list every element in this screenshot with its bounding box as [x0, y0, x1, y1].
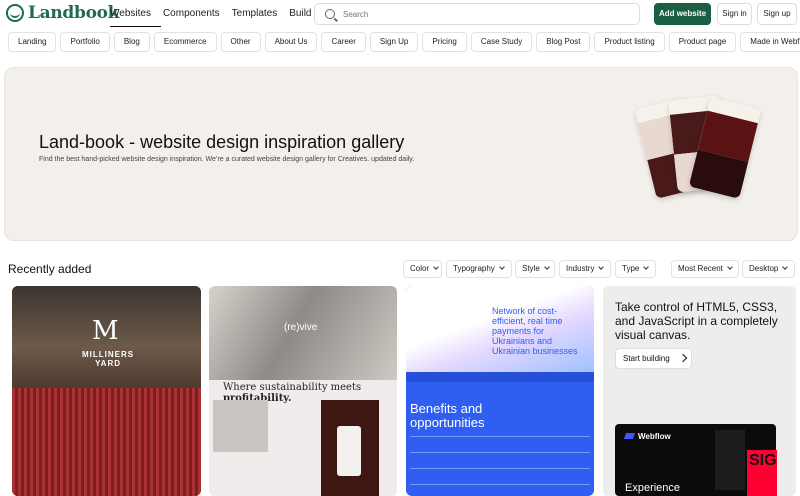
category-ecommerce[interactable]: Ecommerce	[153, 32, 217, 52]
sort-select[interactable]: Most Recent	[671, 260, 739, 278]
card-headline: Network of cost-efficient, real time pay…	[492, 306, 578, 356]
webflow-promo-card: Take control of HTML5, CSS3, and JavaScr…	[603, 286, 796, 496]
card-pattern	[12, 388, 201, 496]
category-sign-up[interactable]: Sign Up	[369, 32, 419, 52]
card-strip	[406, 372, 594, 382]
gallery-card-revive[interactable]: (re)vive Where sustainability meets prof…	[209, 286, 397, 496]
filter-type[interactable]: Type	[615, 260, 656, 278]
search-input[interactable]	[343, 9, 623, 19]
category-case-study[interactable]: Case Study	[470, 32, 533, 52]
search-icon	[325, 9, 335, 19]
gallery-card-milliners-yard[interactable]: M MILLINERS YARD	[12, 286, 201, 496]
chevron-down-icon	[498, 264, 505, 270]
start-building-button[interactable]: Start building	[615, 348, 692, 369]
chevron-down-icon	[727, 264, 733, 270]
divider	[410, 452, 590, 453]
card-image	[213, 400, 268, 452]
device-select[interactable]: Desktop	[742, 260, 795, 278]
main-nav: Websites Components Templates Build	[110, 9, 323, 27]
category-landing[interactable]: Landing	[8, 32, 57, 52]
category-product-page[interactable]: Product page	[668, 32, 737, 52]
webflow-logo-icon	[623, 433, 636, 439]
card-logo-mark: M	[92, 316, 119, 346]
filter-type-label: Type	[622, 264, 640, 273]
card-logo-text: (re)vive	[284, 322, 318, 333]
card-hangtag	[337, 426, 361, 476]
promo-sig: SIG	[747, 450, 777, 496]
device-label: Desktop	[749, 264, 779, 273]
category-bar: Landing Portfolio Blog Ecommerce Other A…	[8, 32, 800, 52]
divider	[410, 468, 590, 469]
filter-typography[interactable]: Typography	[446, 260, 512, 278]
hero-illustration	[634, 90, 767, 220]
category-about-us[interactable]: About Us	[264, 32, 318, 52]
category-career[interactable]: Career	[321, 32, 366, 52]
sign-up-button[interactable]: Sign up	[757, 3, 797, 25]
category-pricing[interactable]: Pricing	[422, 32, 467, 52]
start-building-label: Start building	[623, 354, 670, 363]
webflow-brand-text: Webflow	[638, 432, 671, 441]
category-other[interactable]: Other	[220, 32, 261, 52]
promo-bottom-text: Experience	[625, 482, 681, 494]
filter-style-label: Style	[522, 264, 540, 273]
category-made-in-webflow[interactable]: Made in Webflow	[740, 32, 800, 52]
card-tagline-a: Where sustainability meets	[223, 382, 362, 393]
hero-title: Land-book - website design inspiration g…	[39, 132, 405, 152]
logo-icon	[6, 4, 24, 22]
filter-industry[interactable]: Industry	[559, 260, 611, 278]
add-website-button[interactable]: Add website	[654, 3, 711, 25]
chevron-down-icon	[643, 264, 650, 270]
gallery-card-payments[interactable]: Network of cost-efficient, real time pay…	[406, 286, 594, 496]
filter-color-label: Color	[410, 264, 430, 273]
filter-industry-label: Industry	[566, 264, 595, 273]
sort-label: Most Recent	[678, 264, 723, 273]
nav-templates[interactable]: Templates	[232, 9, 288, 27]
hero-subtitle: Find the best hand-picked website design…	[39, 156, 415, 163]
nav-components[interactable]: Components	[163, 9, 230, 27]
card-logo-line1: MILLINERS	[82, 350, 135, 359]
card-benefits: Benefits and opportunities	[410, 401, 485, 430]
search-box[interactable]	[314, 3, 640, 25]
card-screenshot	[209, 286, 397, 380]
top-bar: Landbook Websites Components Templates B…	[0, 0, 800, 30]
arrow-right-icon	[678, 353, 688, 363]
hero-banner: Land-book - website design inspiration g…	[4, 67, 798, 241]
chevron-down-icon	[543, 264, 550, 270]
sign-in-button[interactable]: Sign in	[717, 3, 752, 25]
filter-style[interactable]: Style	[515, 260, 555, 278]
category-portfolio[interactable]: Portfolio	[60, 32, 110, 52]
webflow-brand: Webflow	[623, 432, 671, 441]
chevron-down-icon	[598, 264, 605, 270]
promo-panel: Webflow SIG Experience	[615, 424, 777, 496]
chevron-down-icon	[433, 264, 439, 270]
logo[interactable]: Landbook	[6, 3, 119, 23]
nav-websites[interactable]: Websites	[110, 9, 161, 27]
filter-color[interactable]: Color	[403, 260, 442, 278]
category-product-listing[interactable]: Product listing	[594, 32, 665, 52]
card-logo-line2: YARD	[95, 359, 122, 368]
chevron-down-icon	[782, 264, 789, 270]
filter-typography-label: Typography	[453, 264, 495, 273]
promo-text: Take control of HTML5, CSS3, and JavaScr…	[615, 300, 778, 342]
logo-text: Landbook	[28, 3, 120, 23]
editor-panel	[715, 430, 745, 490]
category-blog-post[interactable]: Blog Post	[536, 32, 591, 52]
divider	[410, 484, 590, 485]
category-blog[interactable]: Blog	[113, 32, 150, 52]
section-title: Recently added	[8, 262, 92, 276]
card-logo-text: MILLINERS YARD	[82, 350, 134, 368]
divider	[410, 436, 590, 437]
